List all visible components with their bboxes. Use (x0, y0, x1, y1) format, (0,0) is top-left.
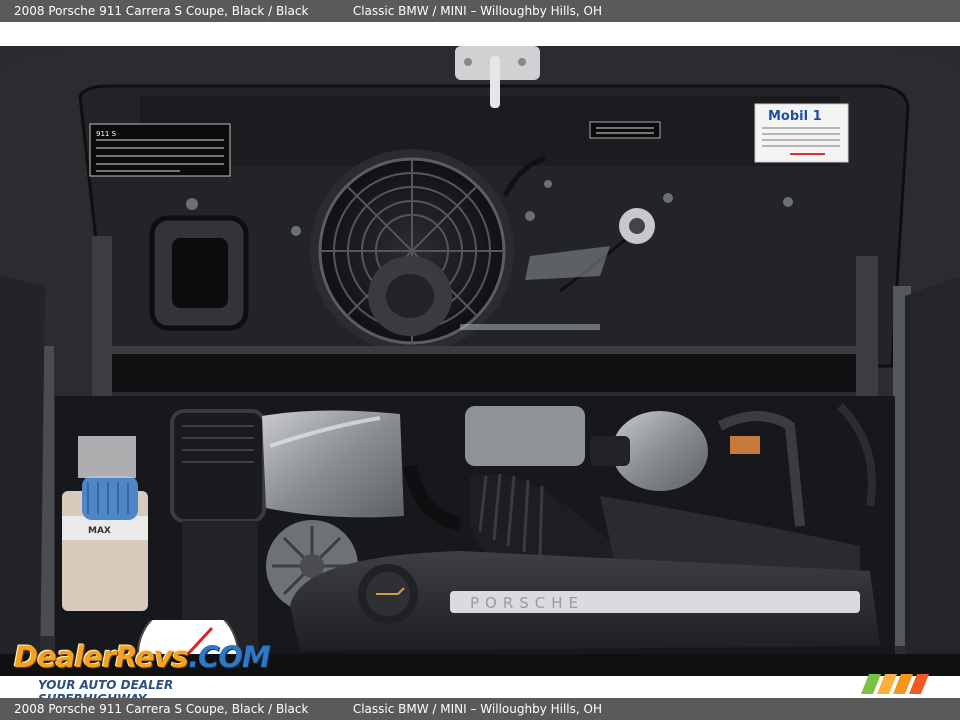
vehicle-title: 2008 Porsche 911 Carrera S Coupe, Black … (14, 4, 309, 18)
watermark-stripes (861, 674, 929, 694)
engine-cover-brand: PORSCHE (470, 594, 584, 612)
top-caption-bar: 2008 Porsche 911 Carrera S Coupe, Black … (0, 0, 960, 22)
dealer-revs-watermark: DealerRevs.COM YOUR AUTO DEALER SUPERHIG… (10, 620, 280, 706)
emission-sticker: 911 S (89, 123, 231, 177)
emission-panel-label: 911 S (96, 130, 117, 138)
oil-brand-sticker: Mobil 1 (754, 103, 849, 163)
dealer-location-bottom: Classic BMW / MINI – Willoughby Hills, O… (352, 702, 602, 716)
engine-bay-photo: 911 S Mobil 1 MAX PORSCHE (0, 46, 960, 676)
vehicle-title-bottom: 2008 Porsche 911 Carrera S Coupe, Black … (14, 702, 309, 716)
watermark-logo-main: DealerRevs (14, 640, 189, 674)
reservoir-max-label: MAX (88, 526, 111, 536)
dealer-location: Classic BMW / MINI – Willoughby Hills, O… (352, 4, 602, 18)
watermark-logo: DealerRevs.COM (14, 640, 271, 674)
bottom-caption-bar: 2008 Porsche 911 Carrera S Coupe, Black … (0, 698, 960, 720)
oil-brand-label: Mobil 1 (768, 109, 822, 124)
cooling-fan (310, 149, 514, 353)
watermark-logo-suffix: .COM (187, 640, 271, 674)
oil-filler-cap (358, 564, 418, 624)
